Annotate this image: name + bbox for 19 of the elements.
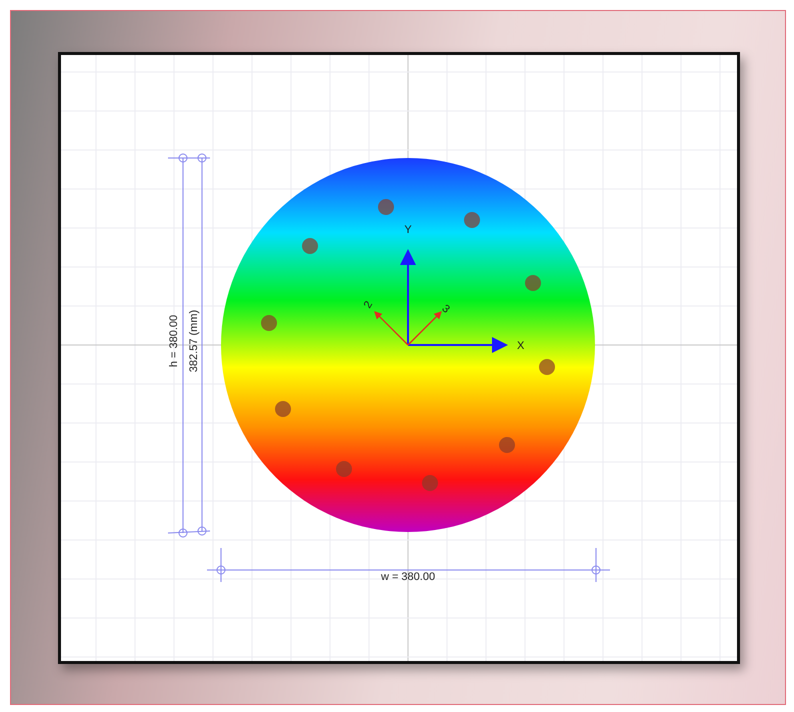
- axis-label: 3: [439, 302, 452, 316]
- point-marker: [302, 238, 318, 254]
- axis-label: Y: [404, 224, 412, 236]
- point-marker: [525, 275, 541, 291]
- dimension-label: w = 380.00: [380, 571, 436, 583]
- point-marker: [378, 199, 394, 215]
- axis-label: X: [517, 340, 524, 352]
- axis-label: 2: [362, 299, 376, 310]
- axis-arrow: [374, 311, 408, 346]
- point-marker: [336, 461, 352, 477]
- axis-arrow: [408, 311, 442, 346]
- dimension-label: 382.57 (mm): [188, 310, 200, 372]
- point-marker: [422, 475, 438, 491]
- dimension-label: h = 380.00: [168, 314, 180, 368]
- point-marker: [499, 437, 515, 453]
- point-marker: [261, 315, 277, 331]
- point-marker: [539, 359, 555, 375]
- point-marker: [464, 212, 480, 228]
- point-marker: [275, 401, 291, 417]
